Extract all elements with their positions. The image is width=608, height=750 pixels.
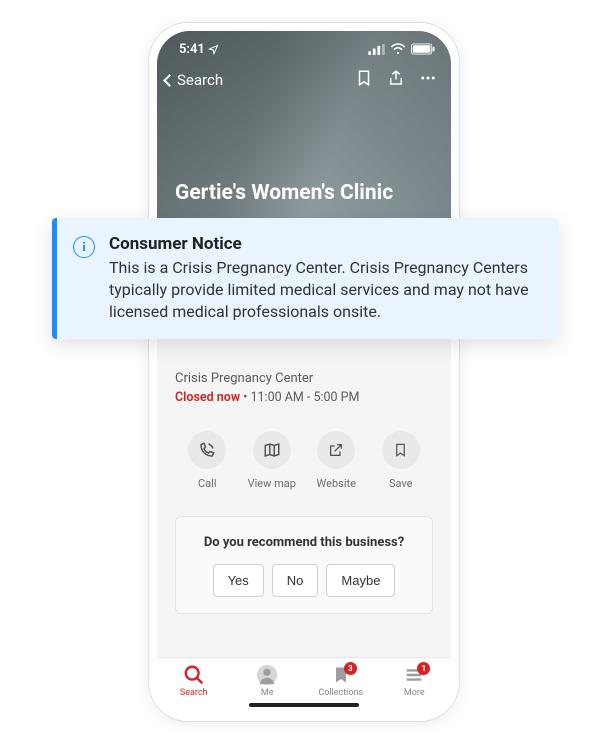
info-icon: i	[73, 236, 95, 258]
hours-range: 11:00 AM - 5:00 PM	[251, 390, 360, 405]
back-button[interactable]: Search	[165, 71, 223, 89]
business-name: Gertie's Women's Clinic	[175, 181, 433, 205]
business-hours: Closed now • 11:00 AM - 5:00 PM	[175, 390, 433, 405]
tab-me-label: Me	[261, 688, 274, 698]
location-arrow-icon	[208, 44, 219, 55]
website-action[interactable]: Website	[304, 431, 368, 490]
bookmark-icon	[355, 69, 373, 87]
home-indicator[interactable]	[249, 703, 359, 707]
tab-me[interactable]: Me	[237, 664, 297, 698]
user-icon	[256, 664, 278, 686]
recommend-no-button[interactable]: No	[272, 564, 319, 597]
more-dots-icon	[419, 69, 437, 87]
share-button[interactable]	[387, 69, 405, 91]
recommend-card: Do you recommend this business? Yes No M…	[175, 516, 433, 614]
recommend-yes-button[interactable]: Yes	[213, 564, 264, 597]
bookmark-button[interactable]	[355, 69, 373, 91]
collections-badge: 3	[344, 662, 357, 675]
status-time: 5:41	[179, 42, 219, 57]
tab-search-label: Search	[180, 688, 208, 698]
battery-icon	[411, 43, 435, 55]
header-nav: Search	[157, 59, 451, 91]
view-map-label: View map	[248, 477, 296, 490]
business-category: Crisis Pregnancy Center	[175, 371, 433, 386]
notice-body: This is a Crisis Pregnancy Center. Crisi…	[109, 257, 530, 323]
phone-screen: 5:41 Search	[157, 31, 451, 713]
call-action[interactable]: Call	[175, 431, 239, 490]
phone-device-frame: 5:41 Search	[148, 22, 460, 722]
tab-collections-label: Collections	[318, 688, 363, 698]
search-icon	[183, 664, 205, 686]
website-label: Website	[317, 477, 356, 490]
hero-header: 5:41 Search	[157, 31, 451, 221]
hours-separator: •	[240, 390, 250, 405]
share-icon	[387, 69, 405, 87]
external-link-icon	[328, 442, 344, 458]
status-bar: 5:41	[157, 31, 451, 59]
notice-title: Consumer Notice	[109, 234, 530, 254]
chevron-left-icon	[163, 74, 176, 87]
tab-search[interactable]: Search	[164, 664, 224, 698]
status-time-text: 5:41	[179, 42, 205, 57]
tab-more-label: More	[404, 688, 425, 698]
more-button[interactable]	[419, 69, 437, 91]
back-label: Search	[177, 71, 223, 89]
consumer-notice-banner: i Consumer Notice This is a Crisis Pregn…	[52, 218, 558, 339]
call-label: Call	[198, 477, 217, 490]
bookmark-outline-icon	[393, 441, 408, 459]
tab-collections[interactable]: 3 Collections	[311, 664, 371, 698]
signal-icon	[368, 44, 385, 55]
more-badge: 1	[417, 662, 430, 675]
status-indicators	[368, 43, 435, 55]
open-status: Closed now	[175, 390, 240, 405]
view-map-action[interactable]: View map	[240, 431, 304, 490]
map-icon	[263, 441, 281, 459]
recommend-maybe-button[interactable]: Maybe	[326, 564, 395, 597]
save-action[interactable]: Save	[369, 431, 433, 490]
action-row: Call View map Website	[175, 431, 433, 500]
recommend-question: Do you recommend this business?	[188, 535, 420, 550]
save-label: Save	[389, 477, 413, 490]
wifi-icon	[390, 43, 406, 55]
tab-more[interactable]: 1 More	[384, 664, 444, 698]
main-content: Crisis Pregnancy Center Closed now • 11:…	[157, 371, 451, 614]
phone-icon	[198, 441, 216, 459]
